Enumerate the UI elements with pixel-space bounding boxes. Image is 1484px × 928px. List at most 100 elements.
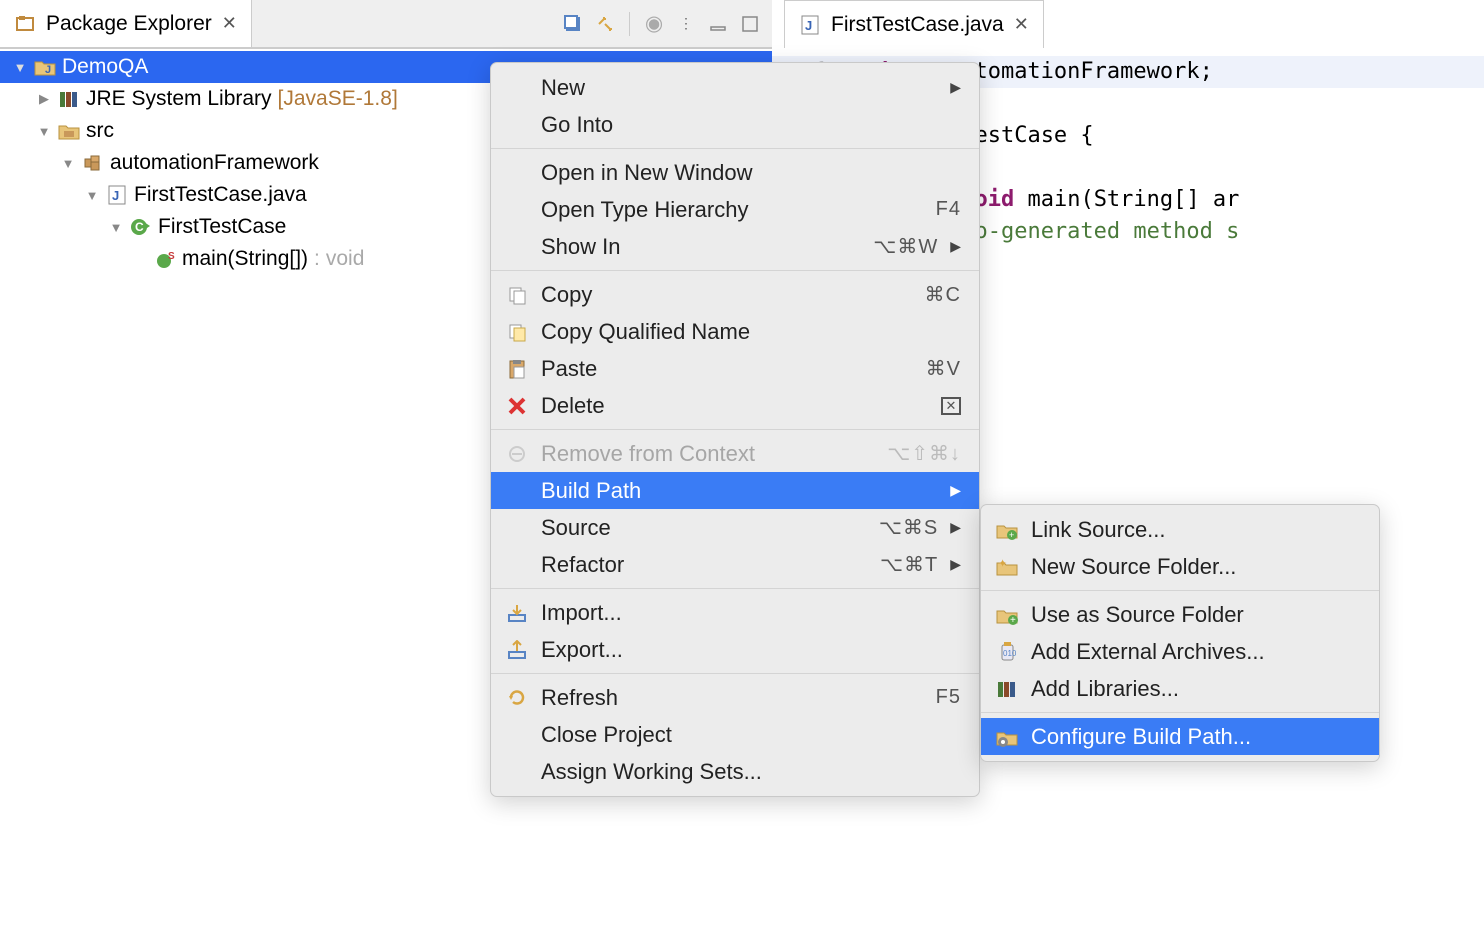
package-explorer-icon (14, 13, 36, 35)
explorer-title: Package Explorer (46, 12, 212, 36)
package-explorer-tab[interactable]: Package Explorer ✕ (0, 0, 252, 47)
java-file-icon: J (799, 14, 821, 36)
disclosure-icon[interactable]: ▼ (12, 60, 28, 75)
menu-separator (491, 148, 979, 149)
menu-item-import[interactable]: Import... (491, 594, 979, 631)
submenu-arrow-icon: ▶ (950, 238, 961, 255)
method-return: void (326, 247, 365, 271)
disclosure-icon[interactable]: ▶ (36, 91, 52, 107)
menu-label: Add Libraries... (1031, 676, 1361, 702)
menu-item-close-project[interactable]: Close Project (491, 716, 979, 753)
explorer-toolbar: ◉ ⋮ (561, 12, 772, 36)
jar-icon: 010 (995, 641, 1019, 663)
build-path-submenu: + Link Source... ✦ New Source Folder... +Use… (980, 504, 1380, 762)
project-label: DemoQA (62, 55, 148, 79)
svg-text:C: C (135, 220, 144, 234)
menu-item-add-libraries[interactable]: Add Libraries... (981, 670, 1379, 707)
method-name: main(String[]) (182, 247, 308, 271)
menu-item-link-source[interactable]: + Link Source... (981, 511, 1379, 548)
menu-item-copy-qualified-name[interactable]: Copy Qualified Name (491, 313, 979, 350)
view-menu-icon[interactable]: ⋮ (674, 12, 698, 36)
shortcut: ⌘C (925, 282, 961, 307)
menu-label: Copy Qualified Name (541, 319, 961, 345)
import-icon (505, 603, 529, 623)
menu-label: New Source Folder... (1031, 554, 1361, 580)
disclosure-icon[interactable]: ▼ (84, 188, 100, 203)
menu-label: Import... (541, 600, 961, 626)
menu-label: Build Path (541, 478, 938, 504)
menu-item-copy[interactable]: Copy⌘C (491, 276, 979, 313)
menu-label: Open Type Hierarchy (541, 197, 924, 223)
usefolder-icon: + (995, 605, 1019, 625)
menu-label: Refresh (541, 685, 924, 711)
menu-item-open-in-new-window[interactable]: Open in New Window (491, 154, 979, 191)
jre-label: JRE System Library (86, 87, 272, 111)
package-icon (82, 152, 104, 174)
menu-item-paste[interactable]: Paste⌘V (491, 350, 979, 387)
svg-text:J: J (805, 18, 812, 33)
menu-item-new-source-folder[interactable]: ✦ New Source Folder... (981, 548, 1379, 585)
menu-label: Configure Build Path... (1031, 724, 1361, 750)
menu-separator (981, 712, 1379, 713)
java-file-icon: J (106, 184, 128, 206)
separator (629, 12, 630, 36)
menu-label: Export... (541, 637, 961, 663)
explorer-tab-bar: Package Explorer ✕ ◉ ⋮ (0, 0, 772, 48)
menu-item-open-type-hierarchy[interactable]: Open Type HierarchyF4 (491, 191, 979, 228)
menu-item-add-external-archives[interactable]: 010Add External Archives... (981, 633, 1379, 670)
svg-text:+: + (1010, 615, 1016, 625)
disclosure-icon[interactable]: ▼ (60, 156, 76, 171)
focus-icon[interactable]: ◉ (642, 12, 666, 36)
disclosure-icon[interactable]: ▼ (108, 220, 124, 235)
menu-item-build-path[interactable]: Build Path▶ (491, 472, 979, 509)
link-icon: + (995, 520, 1019, 540)
close-icon[interactable]: ✕ (1014, 14, 1029, 35)
copyq-icon (505, 322, 529, 342)
menu-label: Refactor (541, 552, 868, 578)
menu-item-use-as-source-folder[interactable]: +Use as Source Folder (981, 596, 1379, 633)
method-sep: : (314, 247, 320, 271)
config-icon (995, 727, 1019, 747)
svg-text:S: S (168, 251, 175, 262)
menu-item-delete[interactable]: Delete✕ (491, 387, 979, 424)
refresh-icon (505, 688, 529, 708)
menu-separator (491, 588, 979, 589)
shortcut: ⌥⌘T (880, 552, 938, 577)
submenu-arrow-icon: ▶ (950, 79, 961, 96)
editor-tab[interactable]: J FirstTestCase.java ✕ (784, 0, 1044, 48)
collapse-all-icon[interactable] (561, 12, 585, 36)
package-label: automationFramework (110, 151, 319, 175)
shortcut: ⌥⇧⌘↓ (887, 441, 961, 466)
submenu-arrow-icon: ▶ (950, 556, 961, 573)
newfolder-icon: ✦ (995, 557, 1019, 577)
menu-label: Go Into (541, 112, 961, 138)
menu-item-new[interactable]: New▶ (491, 69, 979, 106)
shortcut: ⌘V (926, 356, 961, 381)
menu-separator (491, 673, 979, 674)
disclosure-icon[interactable]: ▼ (36, 124, 52, 139)
paste-icon (505, 359, 529, 379)
lib-icon (995, 679, 1019, 699)
menu-item-export[interactable]: Export... (491, 631, 979, 668)
svg-text:+: + (1009, 530, 1014, 540)
menu-item-refactor[interactable]: Refactor ⌥⌘T ▶ (491, 546, 979, 583)
menu-separator (491, 429, 979, 430)
menu-item-source[interactable]: Source⌥⌘S▶ (491, 509, 979, 546)
editor-tab-title: FirstTestCase.java (831, 13, 1004, 37)
maximize-icon[interactable] (738, 12, 762, 36)
menu-item-refresh[interactable]: RefreshF5 (491, 679, 979, 716)
menu-item-configure-build-path[interactable]: Configure Build Path... (981, 718, 1379, 755)
context-menu: New▶Go IntoOpen in New WindowOpen Type H… (490, 62, 980, 797)
menu-label: Link Source... (1031, 517, 1361, 543)
link-editor-icon[interactable] (593, 12, 617, 36)
close-icon[interactable]: ✕ (222, 13, 237, 34)
export-icon (505, 640, 529, 660)
menu-item-go-into[interactable]: Go Into (491, 106, 979, 143)
menu-item-assign-working-sets[interactable]: Assign Working Sets... (491, 753, 979, 790)
file-label: FirstTestCase.java (134, 183, 307, 207)
editor-tab-bar: J FirstTestCase.java ✕ (784, 0, 1484, 48)
menu-item-show-in[interactable]: Show In⌥⌘W▶ (491, 228, 979, 265)
submenu-arrow-icon: ▶ (950, 519, 961, 536)
minimize-icon[interactable] (706, 12, 730, 36)
src-label: src (86, 119, 114, 143)
